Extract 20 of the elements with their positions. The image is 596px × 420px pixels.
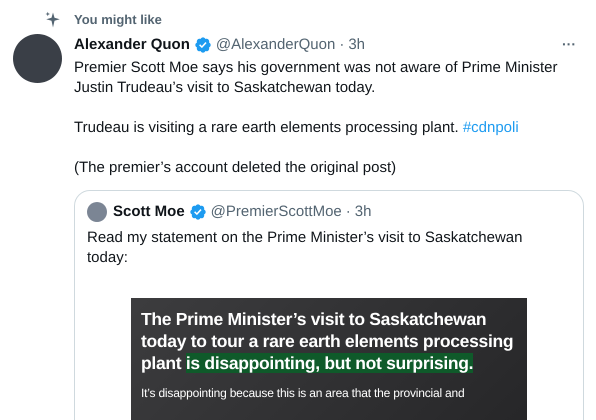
graphic-headline: The Prime Minister’s visit to Saskatchewan today to tour a rare earth elements processing plant is disappointing, but not surprising. — [141, 308, 514, 374]
author-handle: @AlexanderQuon — [216, 34, 336, 54]
timestamp[interactable]: 3h — [348, 34, 366, 56]
avatar — [13, 34, 62, 82]
quoted-tweet-text: Read my statement on the Prime Minister’s visit to Saskatchewan today: — [86, 228, 524, 268]
timestamp: 3h — [354, 202, 372, 222]
more-button[interactable]: ··· — [562, 34, 584, 56]
tweet-paragraph: Premier Scott Moe says his government was not aware of Prime Minister Justin Trudeau’s visit to Saskatchewan today. — [74, 58, 559, 98]
tweet-paragraph: Trudeau is visiting a rare earth elements processing plant. #cdnpoli — [74, 118, 520, 138]
context-label: You might like — [74, 11, 162, 29]
separator-dot: · — [346, 202, 351, 222]
separator-dot: · — [339, 34, 344, 54]
quoted-tweet-card[interactable] — [74, 190, 584, 420]
quoted-avatar — [87, 202, 107, 222]
author-name[interactable]: Alexander Quon — [74, 34, 190, 56]
sparkle-icon — [44, 10, 62, 29]
graphic-body-text: It’s disappointing because this is an area that the provincial and — [141, 384, 466, 402]
quoted-author-handle: @PremierScottMoe — [210, 202, 342, 222]
quoted-author-name: Scott Moe — [113, 202, 185, 222]
tweet-paragraph: (The premier’s account deleted the original post) — [74, 158, 398, 178]
